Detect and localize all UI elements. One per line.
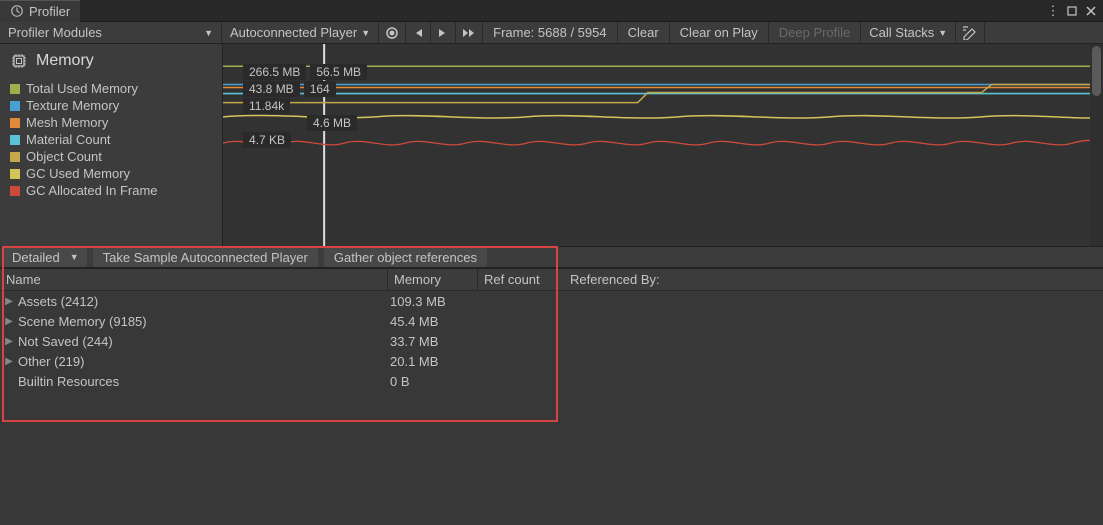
legend-item[interactable]: Material Count	[10, 131, 212, 148]
expand-icon[interactable]: ▶	[0, 336, 14, 347]
call-stacks-dropdown[interactable]: Call Stacks ▼	[861, 22, 956, 44]
legend: Total Used Memory Texture Memory Mesh Memo…	[0, 78, 222, 201]
expand-icon[interactable]: ▶	[0, 356, 14, 367]
row-memory: 20.1 MB	[390, 354, 560, 369]
memory-tree-pane: Name Memory Ref count ▶Assets (2412)109.…	[0, 269, 560, 391]
legend-swatch	[10, 169, 20, 179]
legend-swatch	[10, 84, 20, 94]
chevron-down-icon: ▼	[204, 28, 213, 38]
modules-label: Profiler Modules	[8, 25, 102, 40]
maximize-icon[interactable]	[1065, 4, 1079, 18]
chevron-down-icon: ▼	[938, 28, 947, 38]
legend-label: Mesh Memory	[26, 115, 108, 130]
row-memory: 45.4 MB	[390, 314, 560, 329]
legend-swatch	[10, 101, 20, 111]
column-memory[interactable]: Memory	[388, 269, 478, 290]
legend-item[interactable]: Texture Memory	[10, 97, 212, 114]
row-name: Builtin Resources	[14, 374, 390, 389]
row-name: Scene Memory (9185)	[14, 314, 390, 329]
chevron-down-icon: ▼	[361, 28, 370, 38]
referenced-by-pane: Referenced By:	[560, 269, 1103, 391]
legend-swatch	[10, 152, 20, 162]
profiler-modules-dropdown[interactable]: Profiler Modules ▼	[0, 22, 222, 44]
clear-on-play-button[interactable]: Clear on Play	[670, 22, 769, 44]
row-name: Other (219)	[14, 354, 390, 369]
memory-icon	[10, 52, 28, 70]
profiler-tab[interactable]: Profiler	[0, 0, 80, 22]
frame-back-button[interactable]	[406, 22, 431, 44]
chevron-down-icon: ▼	[70, 252, 79, 262]
tree-row[interactable]: ▶Not Saved (244)33.7 MB	[0, 331, 560, 351]
referenced-by-header: Referenced By:	[560, 269, 1103, 291]
chart-scrollbar[interactable]	[1090, 44, 1103, 246]
chart-value-label: 11.84k	[243, 98, 290, 114]
target-dropdown[interactable]: Autoconnected Player ▼	[222, 22, 379, 44]
chart-value-label: 164	[304, 81, 336, 97]
context-menu-button[interactable]	[956, 22, 985, 44]
legend-swatch	[10, 186, 20, 196]
column-refcount[interactable]: Ref count	[478, 269, 560, 290]
window-menu-icon[interactable]: ⋮	[1046, 4, 1060, 18]
module-sidebar: Memory Total Used Memory Texture Memory Me…	[0, 44, 223, 246]
detail-mode-dropdown[interactable]: Detailed ▼	[4, 248, 87, 267]
close-icon[interactable]	[1084, 4, 1098, 18]
expand-icon[interactable]: ▶	[0, 316, 14, 327]
legend-label: GC Allocated In Frame	[26, 183, 158, 198]
window-controls: ⋮	[1041, 4, 1103, 18]
current-frame-button[interactable]	[456, 22, 483, 44]
legend-label: Object Count	[26, 149, 102, 164]
gather-references-button[interactable]: Gather object references	[324, 248, 487, 267]
chart-value-label: 56.5 MB	[310, 64, 367, 80]
frame-forward-button[interactable]	[431, 22, 456, 44]
detail-toolbar: Detailed ▼ Take Sample Autoconnected Pla…	[0, 246, 1103, 268]
target-label: Autoconnected Player	[230, 25, 357, 40]
deep-profile-button[interactable]: Deep Profile	[769, 22, 862, 44]
chart-overlay-labels: 266.5 MB56.5 MB 43.8 MB164 11.84k 4.6 MB 4.7…	[243, 64, 367, 149]
legend-item[interactable]: Mesh Memory	[10, 114, 212, 131]
memory-module-header[interactable]: Memory	[0, 44, 222, 78]
profiler-icon	[10, 4, 24, 18]
chart-value-label: 43.8 MB	[243, 81, 300, 97]
tab-title: Profiler	[29, 4, 70, 19]
row-name: Not Saved (244)	[14, 334, 390, 349]
legend-label: Material Count	[26, 132, 111, 147]
legend-item[interactable]: GC Used Memory	[10, 165, 212, 182]
titlebar: Profiler ⋮	[0, 0, 1103, 22]
legend-label: GC Used Memory	[26, 166, 130, 181]
tree-rows: ▶Assets (2412)109.3 MB▶Scene Memory (918…	[0, 291, 560, 391]
tree-row[interactable]: ▶Scene Memory (9185)45.4 MB	[0, 311, 560, 331]
legend-item[interactable]: Total Used Memory	[10, 80, 212, 97]
chart-value-label: 4.7 KB	[243, 132, 291, 148]
take-sample-button[interactable]: Take Sample Autoconnected Player	[93, 248, 318, 267]
legend-label: Texture Memory	[26, 98, 119, 113]
frame-counter: Frame: 5688 / 5954	[483, 22, 617, 44]
row-memory: 109.3 MB	[390, 294, 560, 309]
expand-icon[interactable]: ▶	[0, 296, 14, 307]
module-title: Memory	[36, 52, 94, 70]
tree-row[interactable]: ▶Other (219)20.1 MB	[0, 351, 560, 371]
toolbar: Profiler Modules ▼ Autoconnected Player …	[0, 22, 1103, 44]
legend-swatch	[10, 118, 20, 128]
clear-button[interactable]: Clear	[618, 22, 670, 44]
column-name[interactable]: Name	[0, 269, 388, 290]
tree-row[interactable]: Builtin Resources0 B	[0, 371, 560, 391]
row-name: Assets (2412)	[14, 294, 390, 309]
legend-swatch	[10, 135, 20, 145]
row-memory: 33.7 MB	[390, 334, 560, 349]
chart-value-label: 266.5 MB	[243, 64, 306, 80]
legend-item[interactable]: GC Allocated In Frame	[10, 182, 212, 199]
chart-value-label: 4.6 MB	[307, 115, 357, 131]
record-button[interactable]	[379, 22, 406, 44]
tree-row[interactable]: ▶Assets (2412)109.3 MB	[0, 291, 560, 311]
legend-item[interactable]: Object Count	[10, 148, 212, 165]
memory-chart[interactable]: 266.5 MB56.5 MB 43.8 MB164 11.84k 4.6 MB 4.7…	[223, 44, 1103, 246]
row-memory: 0 B	[390, 374, 560, 389]
legend-label: Total Used Memory	[26, 81, 138, 96]
